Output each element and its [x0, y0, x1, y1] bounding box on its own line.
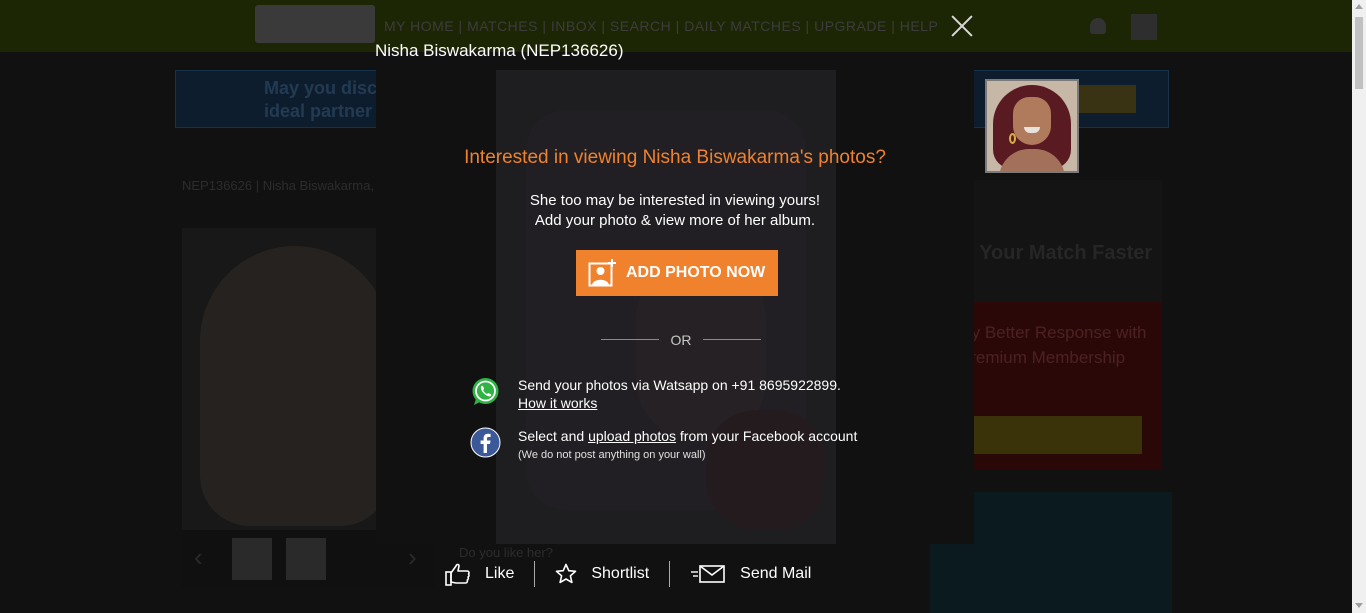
close-icon[interactable] — [950, 14, 974, 38]
facebook-text-prefix: Select and — [518, 428, 589, 444]
subtext-line-1: She too may be interested in viewing you… — [529, 192, 821, 209]
add-photo-label: ADD PHOTO NOW — [626, 264, 766, 281]
add-photo-icon — [588, 258, 618, 288]
modal-subtext: She too may be interested in viewing you… — [376, 191, 974, 231]
like-label: Like — [485, 565, 515, 582]
send-mail-button[interactable]: Send Mail — [690, 564, 811, 584]
scroll-up-icon[interactable] — [1355, 4, 1363, 9]
send-mail-icon — [691, 565, 725, 583]
add-photo-now-button[interactable]: ADD PHOTO NOW — [576, 250, 778, 296]
page-scrollbar[interactable] — [1352, 0, 1366, 613]
how-it-works-link[interactable]: How it works — [518, 395, 597, 411]
modal-headline: Interested in viewing Nisha Biswakarma's… — [464, 147, 886, 168]
thumbs-up-icon — [445, 563, 470, 586]
shortlist-label: Shortlist — [591, 565, 650, 582]
facebook-icon — [470, 427, 501, 458]
upload-photos-link[interactable]: upload photos — [588, 428, 676, 444]
action-divider — [534, 561, 536, 587]
modal-title: Nisha Biswakarma (NEP136626) — [375, 41, 624, 60]
profile-actions-bar: Like Shortlist Send Mail — [445, 560, 811, 588]
shortlist-button[interactable]: Shortlist — [555, 563, 649, 585]
scroll-down-icon[interactable] — [1355, 603, 1363, 608]
scrollbar-thumb[interactable] — [1355, 17, 1363, 89]
action-divider — [669, 561, 671, 587]
blurred-photo-viewer — [376, 70, 974, 544]
or-text: OR — [670, 332, 692, 348]
photo-request-modal: Nisha Biswakarma (NEP136626) Interested … — [0, 0, 1352, 613]
like-button[interactable]: Like — [445, 562, 514, 586]
star-icon — [556, 563, 577, 584]
profile-thumbnail — [985, 79, 1079, 173]
facebook-note: (We do not post anything on your wall) — [518, 449, 706, 461]
subtext-line-2: Add your photo & view more of her album. — [534, 212, 816, 229]
facebook-text-suffix: from your Facebook account — [676, 428, 858, 444]
or-divider: OR — [601, 332, 761, 348]
send-mail-label: Send Mail — [740, 565, 812, 582]
whatsapp-text: Send your photos via Watsapp on +91 8695… — [518, 377, 841, 393]
whatsapp-icon — [470, 376, 501, 407]
